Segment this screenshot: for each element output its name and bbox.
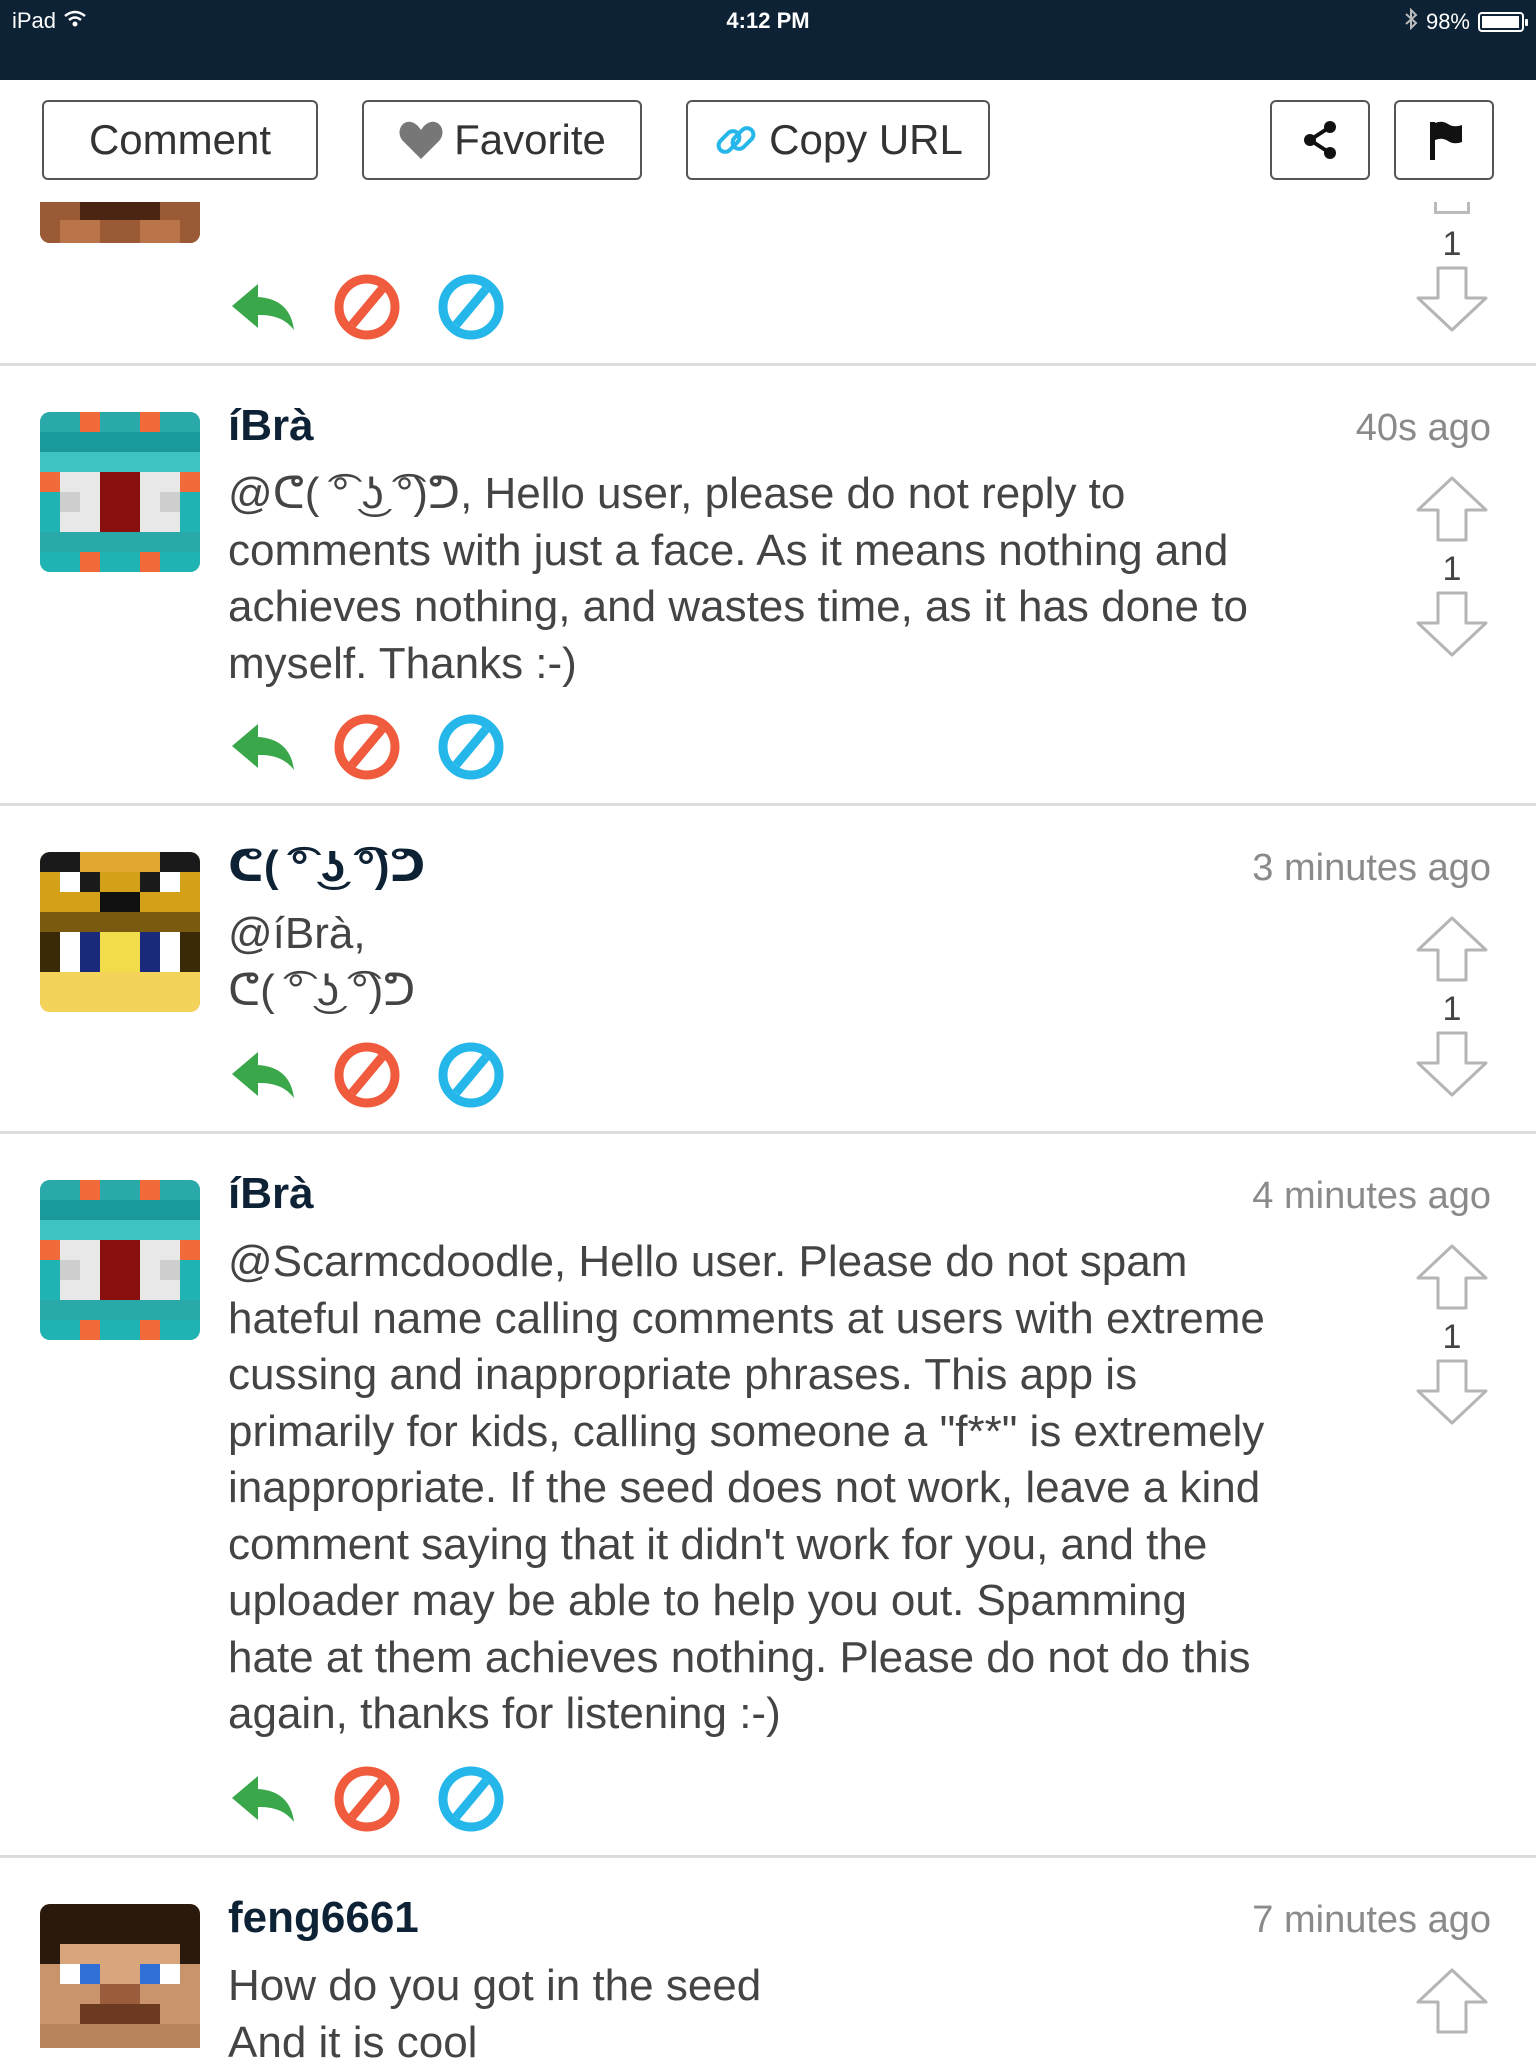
comment-divider [0,803,1536,806]
flag-icon [1424,118,1464,162]
vote-column: 1 [1412,198,1492,339]
comment-username[interactable]: íBrà [228,1169,314,1219]
comment-line: hate at them achieves nothing. Please do… [228,1630,1348,1687]
comment-line: cussing and inappropriate phrases. This … [228,1347,1348,1404]
block-blue-icon[interactable] [436,272,506,342]
avatar [40,1904,200,2048]
avatar [40,412,200,572]
block-blue-icon[interactable] [436,1040,506,1110]
comment-username[interactable]: feng6661 [228,1893,419,1943]
reply-icon[interactable] [228,1764,298,1834]
comment-text: @Scarmcdoodle, Hello user. Please do not… [228,1234,1348,1743]
comment-text: @íBrà, ᕦ( ͡° ͜ʖ ͡°)ᕤ [228,906,1348,1019]
vote-column [1412,1966,1492,2041]
comment-actions [228,272,506,342]
comment-time: 7 minutes ago [1252,1899,1491,1942]
favorite-button[interactable]: Favorite [362,100,642,180]
upvote-icon[interactable] [1412,2023,1492,2040]
battery-percent: 98% [1426,9,1470,35]
comment-text: @ᕦ( ͡° ͜ʖ ͡°)ᕤ, Hello user, please do no… [228,466,1348,692]
block-red-icon[interactable] [332,1764,402,1834]
downvote-icon[interactable] [1412,1414,1492,1431]
comment-divider [0,363,1536,366]
comment-line: How do you got in the seed [228,1958,1348,2015]
comment-username[interactable]: ᕦ( ͡° ͜ʖ ͡°)ᕤ [228,841,425,892]
battery-icon [1478,12,1524,32]
upvote-icon[interactable] [1412,971,1492,988]
comment-line: myself. Thanks :-) [228,636,1348,693]
comment-time: 4 minutes ago [1252,1175,1491,1218]
upvote-icon[interactable] [1412,531,1492,548]
vote-column: 1 [1412,474,1492,664]
comment-text: How do you got in the seed And it is coo… [228,1958,1348,2071]
share-icon [1300,119,1340,161]
favorite-button-label: Favorite [454,116,606,164]
vote-count: 1 [1412,989,1492,1029]
reply-icon[interactable] [228,712,298,782]
vote-column: 1 [1412,1242,1492,1432]
comment-line: uploader may be able to help you out. Sp… [228,1573,1348,1630]
comment-line: primarily for kids, calling someone a "f… [228,1404,1348,1461]
comment-line: hateful name calling comments at users w… [228,1291,1348,1348]
downvote-icon[interactable] [1412,646,1492,663]
vote-count: 1 [1412,224,1492,264]
vote-count: 1 [1412,1317,1492,1357]
comment-username[interactable]: íBrà [228,401,314,451]
clock: 4:12 PM [0,8,1536,34]
copy-url-button[interactable]: Copy URL [686,100,990,180]
comment-time: 3 minutes ago [1252,847,1491,890]
vote-column: 1 [1412,914,1492,1104]
block-red-icon[interactable] [332,712,402,782]
link-icon [713,117,759,163]
comment-line: And it is cool [228,2015,1348,2071]
bluetooth-icon [1404,8,1418,36]
reply-icon[interactable] [228,1040,298,1110]
vote-count: 1 [1412,549,1492,589]
comment-divider [0,1855,1536,1858]
comment-line: ᕦ( ͡° ͜ʖ ͡°)ᕤ [228,963,1348,1020]
share-button[interactable] [1270,100,1370,180]
block-blue-icon[interactable] [436,712,506,782]
upvote-icon[interactable] [1412,1299,1492,1316]
comment-line: @ᕦ( ͡° ͜ʖ ͡°)ᕤ, Hello user, please do no… [228,466,1348,523]
action-toolbar: Comment Favorite Copy URL [0,80,1536,202]
avatar [40,852,200,1012]
comment-actions [228,1040,506,1110]
comment-actions [228,1764,506,1834]
block-red-icon[interactable] [332,272,402,342]
block-blue-icon[interactable] [436,1764,506,1834]
comment-line: @íBrà, [228,906,1348,963]
avatar [40,1180,200,1340]
comment-divider [0,1131,1536,1134]
comment-time: 40s ago [1356,407,1491,450]
comment-line: comment saying that it didn't work for y… [228,1517,1348,1574]
status-bar: iPad 4:12 PM 98% [0,0,1536,80]
downvote-icon[interactable] [1412,321,1492,338]
comment-line: comments with just a face. As it means n… [228,523,1348,580]
comment-line: again, thanks for listening :-) [228,1686,1348,1743]
comment-line: @Scarmcdoodle, Hello user. Please do not… [228,1234,1348,1291]
comment-line: inappropriate. If the seed does not work… [228,1460,1348,1517]
battery-fill [1482,16,1519,28]
comment-line: achieves nothing, and wastes time, as it… [228,579,1348,636]
reply-icon[interactable] [228,272,298,342]
comment-button-label: Comment [89,116,271,164]
downvote-icon[interactable] [1412,1086,1492,1103]
copy-url-button-label: Copy URL [769,116,963,164]
report-button[interactable] [1394,100,1494,180]
comment-button[interactable]: Comment [42,100,318,180]
block-red-icon[interactable] [332,1040,402,1110]
heart-icon [398,119,444,161]
comment-actions [228,712,506,782]
